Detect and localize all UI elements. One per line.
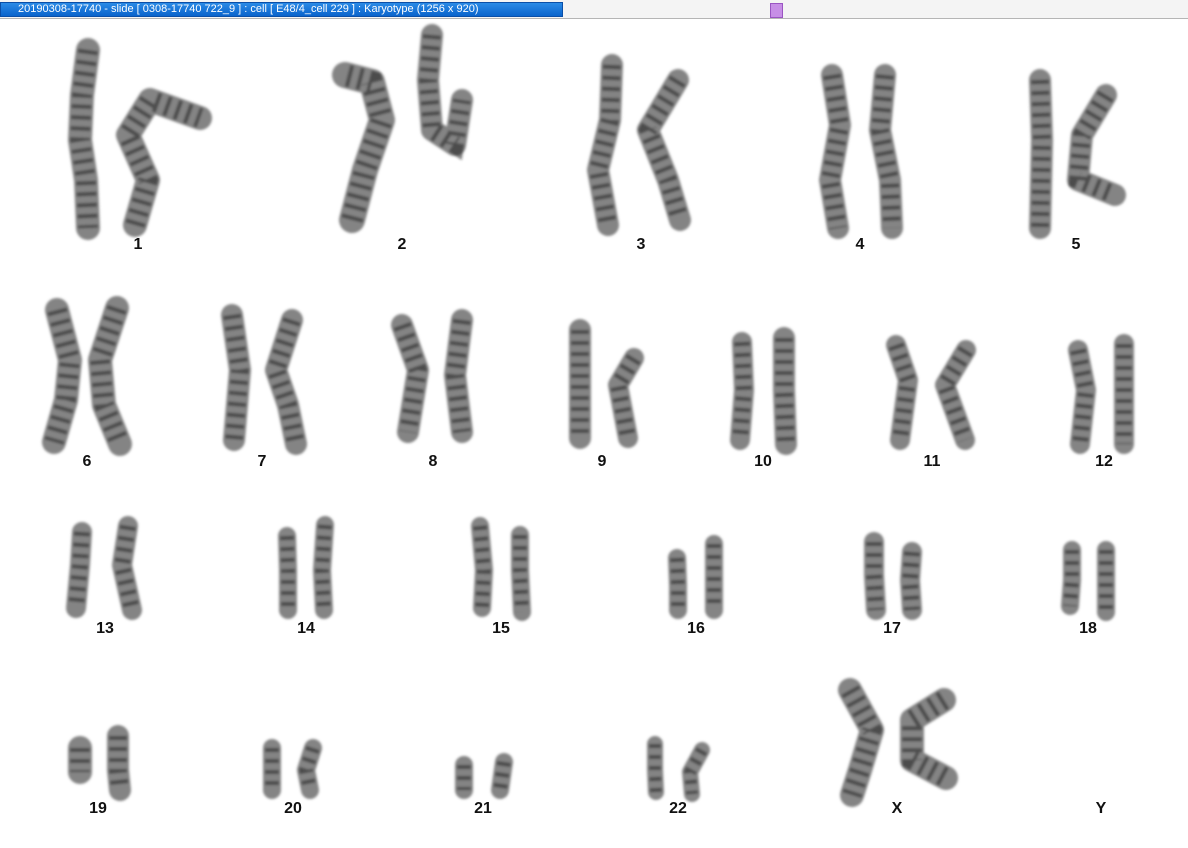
chromosome-label-22: 22 bbox=[669, 800, 687, 817]
window-titlebar: 20190308-17740 - slide [ 0308-17740 722_… bbox=[0, 0, 1188, 19]
window-title[interactable]: 20190308-17740 - slide [ 0308-17740 722_… bbox=[0, 2, 563, 17]
chromosome-17-image bbox=[900, 542, 922, 620]
chromosome-label-10: 10 bbox=[754, 453, 772, 470]
chromosome-label-1: 1 bbox=[133, 236, 143, 253]
chromosome-label-19: 19 bbox=[89, 800, 107, 817]
chromosome-label-18: 18 bbox=[1079, 620, 1097, 637]
chromosome-label-6: 6 bbox=[82, 453, 92, 470]
chromosome-images bbox=[42, 24, 1134, 807]
chromosome-label-9: 9 bbox=[597, 453, 607, 470]
chromosome-label-12: 12 bbox=[1095, 453, 1113, 470]
chromosome-label-14: 14 bbox=[297, 620, 315, 637]
chromosome-label-16: 16 bbox=[687, 620, 705, 637]
chromosome-label-4: 4 bbox=[855, 236, 865, 253]
chromosome-label-5: 5 bbox=[1071, 236, 1081, 253]
karyotype-canvas: 1 2 3 4 5 6 7 8 9 10 11 12 13 14 15 16 1… bbox=[0, 20, 1188, 848]
chromosome-label-3: 3 bbox=[636, 236, 646, 253]
chromosome-label-x: X bbox=[891, 800, 903, 817]
chromosome-label-13: 13 bbox=[96, 620, 114, 637]
chromosome-label-15: 15 bbox=[492, 620, 510, 637]
chromosome-label-y: Y bbox=[1095, 800, 1107, 817]
chromosome-label-20: 20 bbox=[284, 800, 302, 817]
chromosome-label-8: 8 bbox=[428, 453, 438, 470]
chromosome-label-11: 11 bbox=[923, 453, 941, 470]
chromosome-7-image bbox=[221, 304, 251, 451]
chromosome-label-2: 2 bbox=[397, 236, 407, 253]
chromosome-label-17: 17 bbox=[883, 620, 901, 637]
scroll-thumb[interactable] bbox=[770, 3, 783, 18]
chromosome-label-21: 21 bbox=[474, 800, 492, 817]
chromosome-label-7: 7 bbox=[257, 453, 267, 470]
